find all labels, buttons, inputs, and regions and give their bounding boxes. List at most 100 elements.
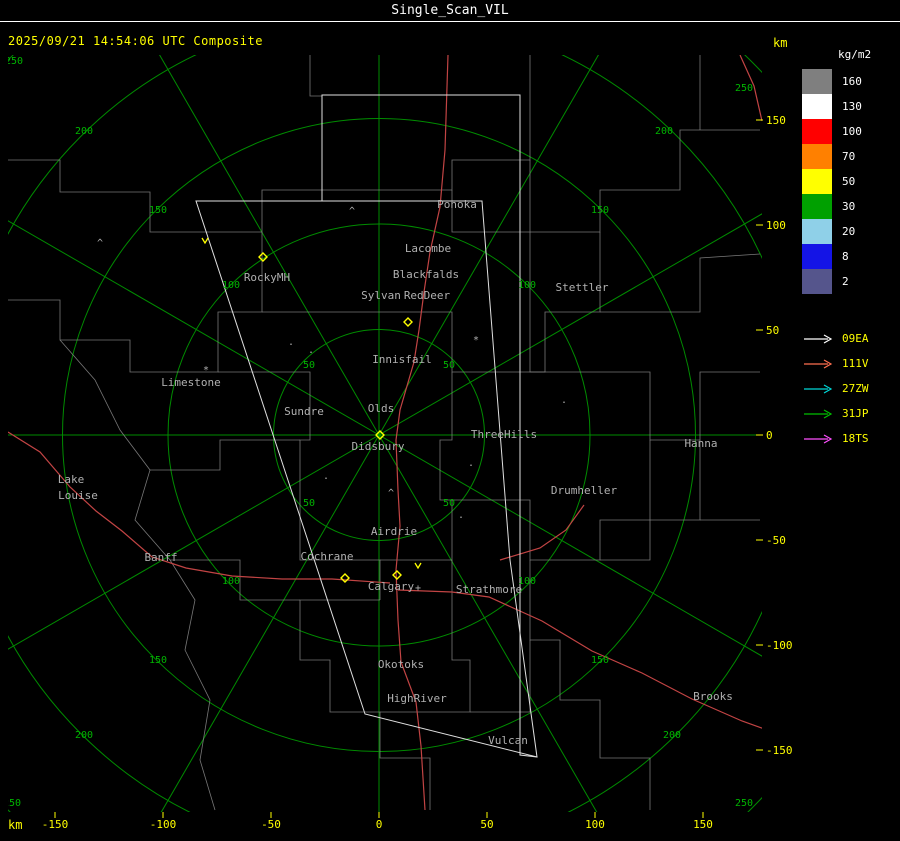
right-axis-label: 150 [766, 114, 786, 127]
city-label: Louise [58, 489, 98, 502]
city-label: Sundre [284, 405, 324, 418]
city-label: HighRiver [387, 692, 447, 705]
ring-distance-label: 150 [591, 205, 609, 216]
boundary-line [529, 232, 601, 373]
radar-id-label: 31JP [842, 407, 869, 420]
city-label: Innisfail [372, 353, 432, 366]
point-marker: * [203, 365, 209, 376]
colorbar-swatch [802, 144, 832, 169]
right-axis-label: -50 [766, 534, 786, 547]
city-label: Drumheller [551, 484, 618, 497]
radar-legend-row: 18TS [802, 426, 898, 451]
point-marker: ^ [97, 238, 103, 249]
city-label: Airdrie [371, 525, 417, 538]
point-marker: . [561, 395, 567, 406]
diamond-marker-icon [340, 573, 350, 583]
city-label: RedDeer [404, 289, 451, 302]
ring-distance-label: 200 [655, 126, 673, 137]
radar-arrow-icon [804, 408, 833, 419]
range-ring [8, 55, 762, 812]
ring-distance-label: 150 [149, 205, 167, 216]
city-label: Olds [368, 402, 395, 415]
colorbar-value: 70 [842, 150, 856, 163]
city-label: Cochrane [301, 550, 354, 563]
city-label: Okotoks [378, 658, 424, 671]
radar-id-label: 18TS [842, 432, 869, 445]
colorbar-row: 50 [802, 169, 898, 194]
right-axis-label: -150 [766, 744, 793, 757]
city-label: Hanna [684, 437, 717, 450]
colorbar-swatch [802, 244, 832, 269]
vee-marker-icon [201, 237, 209, 245]
ring-distance-label: 100 [222, 280, 240, 291]
colorbar-value: 20 [842, 225, 856, 238]
boundary-line [451, 160, 531, 233]
ring-distance-label: 150 [591, 655, 609, 666]
point-marker: . [458, 510, 464, 521]
point-marker: + [415, 583, 421, 594]
colorbar-row: 70 [802, 144, 898, 169]
colorbar-value: 100 [842, 125, 862, 138]
bottom-axis-label: 50 [480, 818, 493, 831]
bottom-axis-label: 150 [693, 818, 713, 831]
boundary-line [530, 129, 760, 233]
right-axis-label: 50 [766, 324, 779, 337]
bottom-axis-label: 100 [585, 818, 605, 831]
point-marker: . [323, 471, 329, 482]
radar-arrow-icon [804, 358, 833, 369]
boundary-line [470, 640, 531, 713]
colorbar: 160 130 100 70 50 30 20 8 2 [802, 69, 898, 294]
ring-distance-label: 250 [735, 798, 753, 809]
colorbar-row: 30 [802, 194, 898, 219]
radar-arrow-icon [804, 333, 833, 344]
city-label: Banff [144, 551, 177, 564]
boundary-line [600, 253, 761, 313]
radar-legend-row: 111V [802, 351, 898, 376]
colorbar-row: 20 [802, 219, 898, 244]
city-label: Didsbury [352, 440, 405, 453]
ring-distance-label: 100 [222, 576, 240, 587]
city-label: Blackfalds [393, 268, 459, 281]
colorbar-swatch [802, 119, 832, 144]
ring-distance-label: 250 [5, 56, 23, 67]
radar-arrow-icon [804, 433, 833, 444]
colorbar-value: 8 [842, 250, 849, 263]
radar-legend-row: 31JP [802, 401, 898, 426]
boundary-line [545, 371, 760, 441]
ring-distance-label: 50 [303, 498, 315, 509]
vee-marker-icon [414, 562, 422, 570]
ring-distance-label: 200 [75, 730, 93, 741]
bottom-axis-label: -100 [150, 818, 177, 831]
city-label: Brooks [693, 690, 733, 703]
colorbar-swatch [802, 94, 832, 119]
ring-distance-label: 150 [149, 655, 167, 666]
radar-id-label: 27ZW [842, 382, 869, 395]
ring-distance-label: 200 [75, 126, 93, 137]
city-label: Strathmore [456, 583, 522, 596]
city-label: Lacombe [405, 242, 451, 255]
diamond-marker-icon [392, 570, 402, 580]
radar-legend: 09EA 111V 27ZW 31JP 18TS [802, 326, 898, 451]
highway-line [397, 589, 762, 729]
highway-line [499, 504, 585, 561]
ring-distance-label: 50 [443, 360, 455, 371]
point-marker: ^ [388, 488, 394, 499]
radar-legend-row: 27ZW [802, 376, 898, 401]
radar-map[interactable]: 2502001501002502001501001001502002501001… [0, 0, 900, 841]
point-marker: . [468, 458, 474, 469]
coverage-outline [321, 94, 538, 758]
ring-distance-label: 250 [735, 83, 753, 94]
ring-distance-label: 50 [443, 498, 455, 509]
colorbar-row: 8 [802, 244, 898, 269]
point-marker: . [288, 337, 294, 348]
bottom-axis-label: 0 [376, 818, 383, 831]
right-axis-label: -100 [766, 639, 793, 652]
city-label: ThreeHills [471, 428, 537, 441]
coverage-outline [195, 200, 538, 758]
radar-arrow-icon [804, 383, 833, 394]
colorbar-swatch [802, 269, 832, 294]
point-marker: * [473, 335, 479, 346]
colorbar-swatch [802, 194, 832, 219]
colorbar-value: 30 [842, 200, 856, 213]
city-label: Lake [58, 473, 85, 486]
